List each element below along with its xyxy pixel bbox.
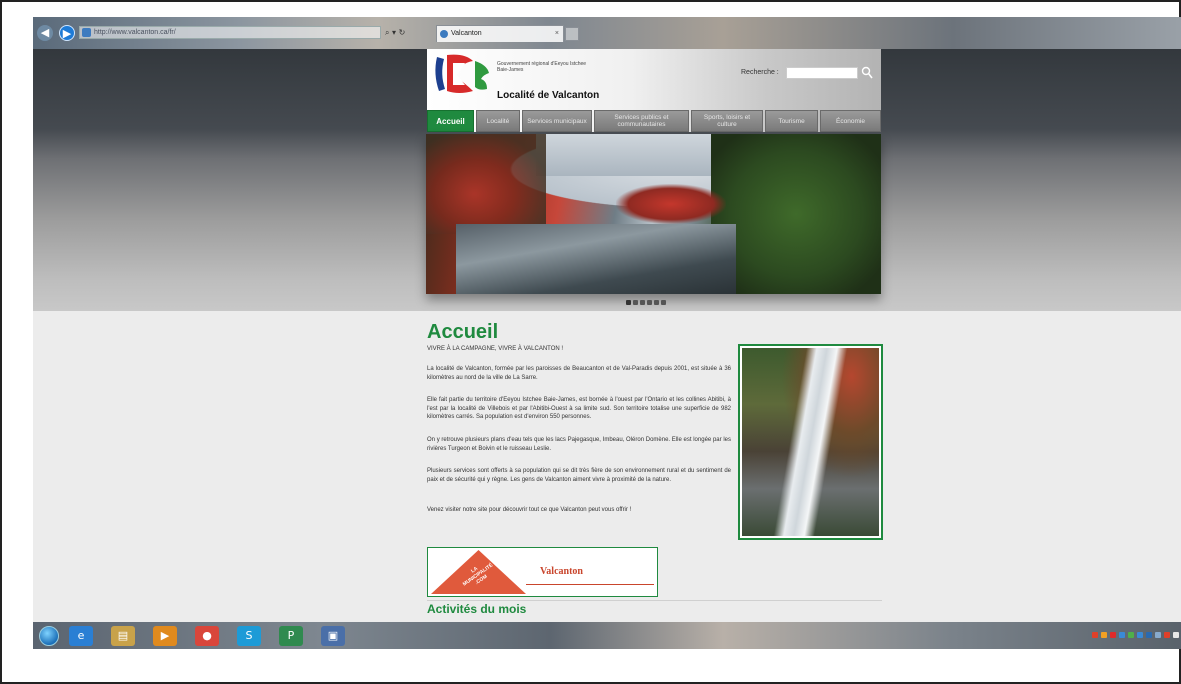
hero-slider-image[interactable] — [426, 134, 881, 294]
waters-paragraph: On y retrouve plusieurs plans d'eau tels… — [427, 437, 731, 452]
slider-dot[interactable] — [647, 300, 652, 305]
skype-icon[interactable]: S — [237, 626, 261, 646]
browser-chrome: ◀ ▶ http://www.valcanton.ca/fr/ ⌕ ▾ ↻ Va… — [33, 17, 1181, 49]
search-label: Recherche : — [741, 69, 779, 76]
tray-icon[interactable] — [1146, 632, 1152, 638]
browser-tab[interactable]: Valcanton × — [436, 25, 564, 42]
tab-title: Valcanton — [451, 30, 482, 37]
page-subtitle: VIVRE À LA CAMPAGNE, VIVRE À VALCANTON ! — [427, 346, 564, 352]
tab-favicon-icon — [440, 30, 448, 38]
waterfall-photo-frame — [738, 344, 883, 540]
menu-item-localite[interactable]: Localité — [476, 110, 520, 132]
intro-paragraph: La localité de Valcanton, formée par les… — [427, 366, 731, 381]
screenshot-frame: ◀ ▶ http://www.valcanton.ca/fr/ ⌕ ▾ ↻ Va… — [0, 0, 1181, 684]
page-icon — [82, 28, 91, 37]
waterfall-photo — [742, 348, 879, 536]
menu-item-economie[interactable]: Économie — [820, 110, 881, 132]
banner-title: Valcanton — [540, 566, 583, 577]
slider-trees-left — [426, 134, 546, 234]
slider-dot[interactable] — [626, 300, 631, 305]
forward-button[interactable]: ▶ — [59, 25, 75, 41]
image-viewer-icon[interactable]: ▣ — [321, 626, 345, 646]
tray-icon[interactable] — [1137, 632, 1143, 638]
visit-paragraph: Venez visiter notre site pour découvrir … — [427, 507, 632, 513]
search-input[interactable] — [786, 67, 858, 79]
tray-icon[interactable] — [1173, 632, 1179, 638]
menu-item-services-publics[interactable]: Services publics et communautaires — [594, 110, 689, 132]
banner-underline — [526, 584, 654, 585]
address-tools[interactable]: ⌕ ▾ ↻ — [385, 26, 405, 39]
tab-close-icon[interactable]: × — [555, 28, 559, 40]
media-player-icon[interactable]: ▶ — [153, 626, 177, 646]
address-text[interactable]: http://www.valcanton.ca/fr/ — [94, 27, 176, 39]
tray-icon[interactable] — [1110, 632, 1116, 638]
tray-icon[interactable] — [1119, 632, 1125, 638]
desktop-screen: ◀ ▶ http://www.valcanton.ca/fr/ ⌕ ▾ ↻ Va… — [33, 17, 1181, 649]
slider-river — [456, 224, 736, 294]
address-bar[interactable]: http://www.valcanton.ca/fr/ — [79, 26, 381, 39]
main-content: Accueil VIVRE À LA CAMPAGNE, VIVRE À VAL… — [427, 321, 887, 622]
site-logo-icon[interactable] — [431, 51, 493, 97]
menu-item-tourisme[interactable]: Tourisme — [765, 110, 818, 132]
slider-dot[interactable] — [640, 300, 645, 305]
taskbar: e ▤ ▶ ● S P ▣ — [33, 622, 1181, 649]
main-menu: Accueil Localité Services municipaux Ser… — [427, 110, 881, 132]
valcanton-banner[interactable]: LA MUNICIPALITÉ .COM Valcanton — [427, 547, 658, 597]
site-title[interactable]: Localité de Valcanton — [497, 90, 599, 101]
tray-icon[interactable] — [1155, 632, 1161, 638]
tray-icon[interactable] — [1092, 632, 1098, 638]
section-divider — [427, 600, 882, 601]
search-icon[interactable] — [861, 66, 873, 80]
slider-red-foliage — [616, 184, 726, 224]
slider-dot[interactable] — [654, 300, 659, 305]
slider-dot[interactable] — [661, 300, 666, 305]
publisher-icon[interactable]: P — [279, 626, 303, 646]
back-button[interactable]: ◀ — [37, 25, 53, 41]
menu-item-services-municipaux[interactable]: Services municipaux — [522, 110, 592, 132]
tray-icon[interactable] — [1128, 632, 1134, 638]
tray-icon[interactable] — [1101, 632, 1107, 638]
start-button[interactable] — [39, 626, 59, 646]
system-tray — [1092, 632, 1179, 638]
file-explorer-icon[interactable]: ▤ — [111, 626, 135, 646]
government-text: Gouvernement régional d'Eeyou Istchee Ba… — [497, 61, 587, 73]
activities-heading: Activités du mois — [427, 602, 527, 616]
internet-explorer-icon[interactable]: e — [69, 626, 93, 646]
slider-dot[interactable] — [633, 300, 638, 305]
slider-trees-right — [711, 134, 881, 294]
territory-paragraph: Elle fait partie du territoire d'Eeyou I… — [427, 397, 731, 420]
page-title: Accueil — [427, 321, 499, 343]
new-tab-button[interactable] — [565, 27, 579, 41]
services-paragraph: Plusieurs services sont offerts à sa pop… — [427, 468, 731, 483]
menu-item-accueil[interactable]: Accueil — [427, 110, 474, 132]
web-page: Gouvernement régional d'Eeyou Istchee Ba… — [33, 49, 1181, 622]
chrome-icon[interactable]: ● — [195, 626, 219, 646]
tray-icon[interactable] — [1164, 632, 1170, 638]
menu-item-sports-loisirs[interactable]: Sports, loisirs et culture — [691, 110, 763, 132]
slider-pagination — [626, 300, 666, 306]
